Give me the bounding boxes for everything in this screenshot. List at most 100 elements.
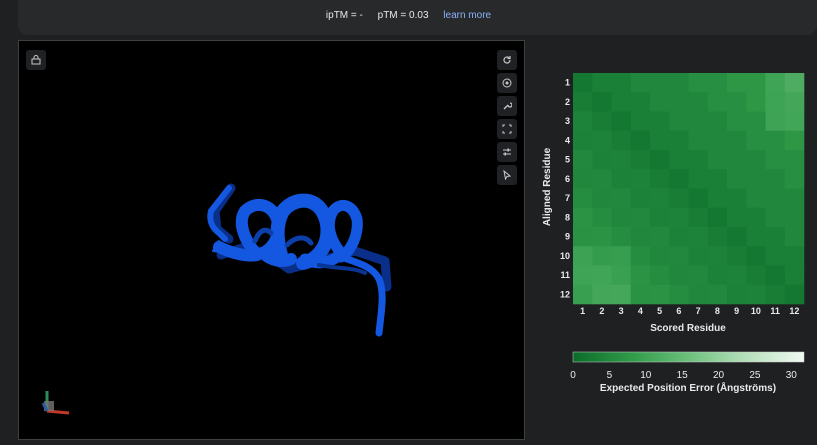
pae-cell	[611, 246, 632, 266]
pae-cell	[784, 227, 805, 247]
pae-cell	[611, 130, 632, 151]
pae-cell	[592, 92, 612, 112]
pae-cell	[669, 169, 689, 189]
pae-matrix[interactable]	[573, 73, 805, 305]
x-tick-label: 9	[734, 306, 739, 316]
settings-button[interactable]	[497, 142, 517, 162]
pae-cell	[611, 111, 632, 132]
iptm-value: ipTM = -	[325, 10, 363, 21]
pae-cell	[707, 284, 728, 305]
pae-cell	[573, 227, 593, 247]
pae-cell	[650, 92, 670, 112]
pae-cell	[707, 265, 728, 286]
pae-cell	[592, 207, 612, 228]
colorbar-tick-label: 10	[640, 370, 652, 381]
pae-cell	[707, 207, 728, 228]
x-tick-label: 6	[676, 306, 681, 316]
y-tick-label: 8	[565, 212, 570, 222]
pae-cell	[630, 207, 651, 228]
pae-cell	[727, 130, 747, 151]
pae-cell	[669, 150, 689, 170]
pae-cell	[573, 73, 593, 93]
pae-cell	[784, 130, 805, 151]
pae-cell	[592, 150, 612, 170]
colorbar-title: Expected Position Error (Ångströms)	[600, 381, 776, 394]
pae-cell	[707, 246, 728, 266]
pae-cell	[611, 227, 632, 247]
x-tick-label: 4	[638, 306, 643, 316]
pae-cell	[784, 150, 805, 170]
pae-cell	[592, 246, 612, 266]
structure-viewer[interactable]	[18, 40, 525, 440]
center-button[interactable]	[497, 73, 517, 93]
pae-cell	[727, 92, 747, 112]
pae-cell	[727, 207, 747, 228]
sliders-icon	[503, 148, 511, 156]
pae-cell	[611, 92, 632, 112]
pae-cell	[630, 169, 651, 189]
y-tick-label: 11	[560, 270, 570, 280]
pae-cell	[630, 130, 651, 151]
pae-cell	[727, 111, 747, 132]
pae-cell	[688, 130, 709, 151]
pae-cell	[784, 169, 805, 189]
pae-cell	[707, 150, 728, 170]
pae-cell	[611, 265, 632, 286]
pae-cell	[727, 169, 747, 189]
colorbar-tick-label: 25	[749, 370, 761, 381]
pae-cell	[707, 169, 728, 189]
pae-cell	[630, 246, 651, 266]
pae-cell	[746, 73, 766, 93]
pae-cell	[765, 207, 786, 228]
pae-cell	[784, 111, 805, 132]
pae-cell	[669, 73, 689, 93]
x-axis-title: Scored Residue	[650, 323, 726, 334]
lock-button[interactable]	[26, 50, 46, 70]
pae-cell	[784, 207, 805, 228]
select-button[interactable]	[497, 165, 517, 185]
pae-cell	[592, 73, 612, 93]
pae-cell	[669, 284, 689, 305]
pae-cell	[746, 92, 766, 112]
rotate-icon	[503, 56, 511, 64]
pae-cell	[592, 265, 612, 286]
fullscreen-button[interactable]	[497, 119, 517, 139]
pae-cell	[611, 207, 632, 228]
x-tick-label: 5	[657, 306, 662, 316]
pae-cell	[650, 150, 670, 170]
pae-cell	[784, 265, 805, 286]
pae-cell	[727, 246, 747, 266]
pae-cell	[746, 227, 766, 247]
pae-cell	[784, 188, 805, 209]
pae-cell	[669, 130, 689, 151]
pae-cell	[688, 150, 709, 170]
pae-cell	[746, 284, 766, 305]
ptm-value: pTM = 0.03	[377, 10, 429, 21]
colorbar-tick-label: 0	[570, 370, 576, 381]
x-tick-label: 3	[619, 306, 624, 316]
rotate-button[interactable]	[497, 50, 517, 70]
wrench-icon	[503, 102, 512, 110]
pae-cell	[746, 150, 766, 170]
pae-cell	[592, 188, 612, 209]
pae-cell	[630, 265, 651, 286]
wrench-button[interactable]	[497, 96, 517, 116]
x-tick-label: 7	[696, 306, 701, 316]
pointer-icon	[503, 170, 512, 180]
pae-cell	[765, 188, 786, 209]
pae-cell	[765, 284, 786, 305]
x-tick-label: 10	[751, 306, 761, 316]
pae-cell	[669, 111, 689, 132]
y-axis-title: Aligned Residue	[542, 147, 553, 226]
protein-structure[interactable]	[19, 41, 524, 439]
pae-cell	[669, 265, 689, 286]
pae-cell	[707, 130, 728, 151]
pae-cell	[650, 111, 670, 132]
pae-cell	[765, 111, 786, 132]
pae-cell	[727, 227, 747, 247]
learn-more-link[interactable]: learn more	[443, 10, 491, 21]
pae-cell	[727, 265, 747, 286]
colorbar-tick-label: 15	[677, 370, 689, 381]
pae-cell	[611, 284, 632, 305]
pae-cell	[784, 246, 805, 266]
